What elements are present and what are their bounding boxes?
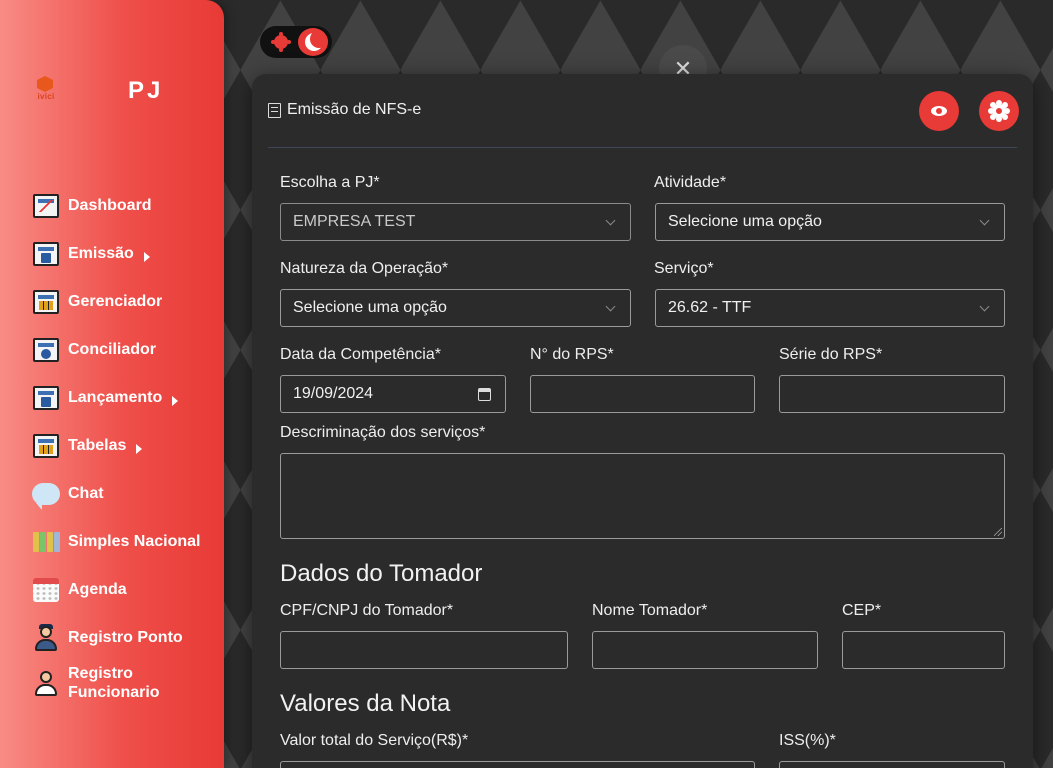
natureza-label: Natureza da Operação*: [280, 260, 449, 277]
pj-select[interactable]: EMPRESA TEST: [280, 203, 631, 241]
atividade-label: Atividade*: [654, 174, 727, 191]
document-icon: [268, 102, 281, 118]
nome-tomador-input[interactable]: [592, 631, 818, 669]
rps-serie-input[interactable]: [779, 375, 1005, 413]
document-window-icon: [32, 240, 60, 268]
label-line-1: Registro: [68, 665, 133, 682]
moon-icon: [298, 28, 328, 56]
calendar-icon: [32, 576, 60, 604]
valores-section-title: Valores da Nota: [280, 690, 451, 717]
servico-label: Serviço*: [654, 260, 714, 277]
sidebar-item-label: Emissão: [68, 245, 134, 262]
cep-input[interactable]: [842, 631, 1005, 669]
chevron-right-icon: [136, 444, 143, 454]
modal-title-text: Emissão de NFS-e: [287, 101, 422, 118]
table-window-icon: [32, 432, 60, 460]
modal-title: Emissão de NFS-e: [268, 101, 421, 119]
competencia-value: 19/09/2024: [293, 385, 374, 402]
resize-handle-icon[interactable]: [994, 528, 1002, 536]
search-document-icon: [32, 336, 60, 364]
natureza-select-value: Selecione uma opção: [293, 299, 447, 316]
natureza-select[interactable]: Selecione uma opção: [280, 289, 631, 327]
sidebar-item-chat[interactable]: Chat: [32, 480, 104, 510]
brand-logo[interactable]: ivici: [33, 76, 59, 106]
cpf-cnpj-label: CPF/CNPJ do Tomador*: [280, 602, 454, 619]
descricao-textarea[interactable]: [280, 453, 1005, 539]
chat-bubble-icon: [32, 480, 60, 510]
chevron-down-icon: [979, 215, 990, 225]
sidebar-item-emissao[interactable]: Emissão: [32, 240, 150, 268]
sidebar-item-gerenciador[interactable]: Gerenciador: [32, 288, 162, 316]
iss-label: ISS(%)*: [779, 732, 836, 749]
sidebar-item-label: Simples Nacional: [68, 533, 201, 550]
chevron-right-icon: [172, 396, 179, 406]
iss-input[interactable]: [779, 761, 1005, 768]
sidebar-item-label: Chat: [68, 485, 104, 502]
preview-button[interactable]: [919, 91, 959, 131]
sidebar-item-label: Conciliador: [68, 341, 157, 358]
chart-board-icon: [32, 192, 60, 220]
sun-icon: [274, 35, 288, 49]
cep-label: CEP*: [842, 602, 882, 619]
sidebar-item-label: Dashboard: [68, 197, 152, 214]
sidebar: ivici PJ Dashboard Emissão Gerenciador C…: [0, 0, 224, 768]
atividade-select-value: Selecione uma opção: [668, 213, 822, 230]
worker-clock-icon: [32, 624, 60, 652]
servico-select[interactable]: 26.62 - TTF: [655, 289, 1005, 327]
sidebar-item-registro-funcionario[interactable]: Registro Funcionario: [32, 664, 160, 702]
sidebar-item-conciliador[interactable]: Conciliador: [32, 336, 156, 364]
competencia-date-input[interactable]: 19/09/2024: [280, 375, 506, 413]
sidebar-item-lancamento[interactable]: Lançamento: [32, 384, 179, 412]
sidebar-item-simples-nacional[interactable]: Simples Nacional: [32, 528, 201, 556]
sidebar-item-registro-ponto[interactable]: Registro Ponto: [32, 624, 183, 652]
brand-title: PJ: [128, 77, 164, 104]
document-window-icon: [32, 384, 60, 412]
servico-select-value: 26.62 - TTF: [668, 299, 752, 316]
nfse-modal: Emissão de NFS-e Escolha a PJ* EMPRESA T…: [252, 74, 1033, 768]
rps-number-input[interactable]: [530, 375, 755, 413]
sidebar-item-label: Tabelas: [68, 437, 127, 454]
ivici-logo-icon: ivici: [33, 76, 59, 106]
table-window-icon: [32, 288, 60, 316]
valor-total-input[interactable]: [280, 761, 755, 768]
sidebar-item-agenda[interactable]: Agenda: [32, 576, 127, 604]
theme-toggle[interactable]: [260, 26, 332, 58]
gear-icon: [992, 104, 1006, 118]
descricao-label: Descriminação dos serviços*: [280, 424, 486, 441]
modal-header: Emissão de NFS-e: [268, 74, 1019, 148]
pj-select-value: EMPRESA TEST: [293, 213, 416, 230]
settings-button[interactable]: [979, 91, 1019, 131]
sidebar-item-label: Registro Ponto: [68, 629, 183, 646]
competencia-label: Data da Competência*: [280, 346, 441, 363]
logo-text: ivici: [37, 92, 55, 101]
chevron-down-icon: [605, 301, 616, 311]
sidebar-item-label: Registro Funcionario: [68, 664, 160, 702]
tomador-section-title: Dados do Tomador: [280, 560, 483, 587]
sidebar-item-label: Lançamento: [68, 389, 163, 406]
pj-label: Escolha a PJ*: [280, 174, 380, 191]
sidebar-item-dashboard[interactable]: Dashboard: [32, 192, 152, 220]
rps-serie-label: Série do RPS*: [779, 346, 883, 363]
employee-icon: [32, 669, 60, 697]
cpf-cnpj-input[interactable]: [280, 631, 568, 669]
label-line-2: Funcionario: [68, 684, 160, 701]
calendar-picker-icon[interactable]: [478, 387, 491, 401]
eye-icon: [931, 106, 947, 116]
atividade-select[interactable]: Selecione uma opção: [655, 203, 1005, 241]
nome-tomador-label: Nome Tomador*: [592, 602, 708, 619]
chevron-down-icon: [605, 215, 616, 225]
sidebar-item-label: Gerenciador: [68, 293, 163, 310]
chevron-right-icon: [143, 252, 150, 262]
sidebar-item-tabelas[interactable]: Tabelas: [32, 432, 143, 460]
chevron-down-icon: [979, 301, 990, 311]
sidebar-item-label: Agenda: [68, 581, 127, 598]
valor-total-label: Valor total do Serviço(R$)*: [280, 732, 469, 749]
rps-number-label: N° do RPS*: [530, 346, 614, 363]
books-icon: [32, 528, 60, 556]
